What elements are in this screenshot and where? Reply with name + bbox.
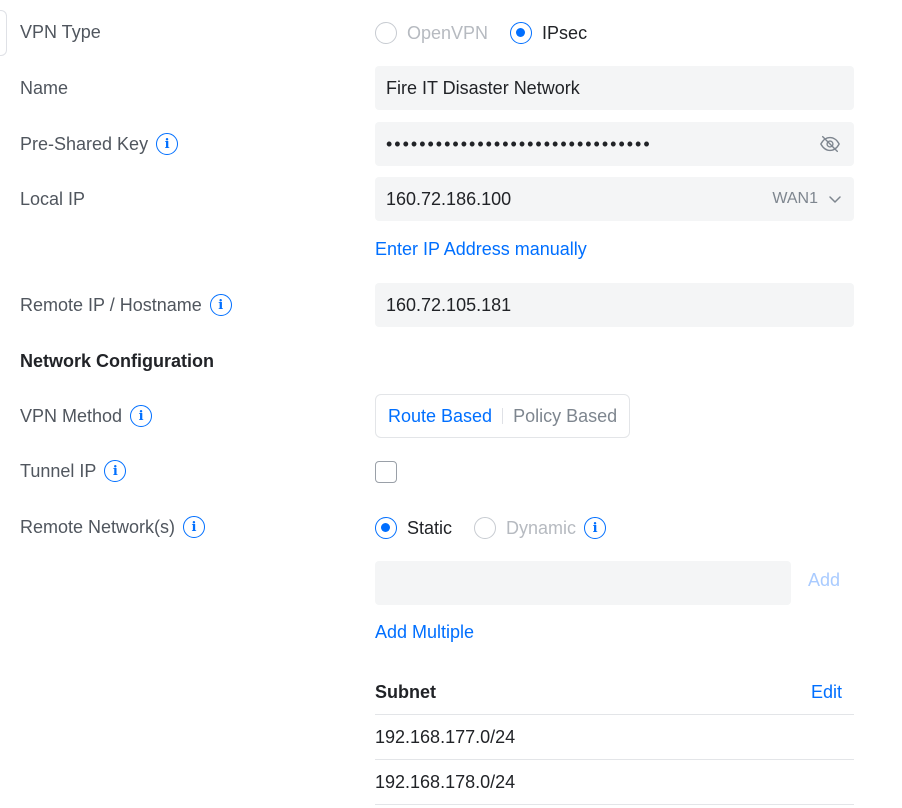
subnet-table-header: Subnet Edit [375,671,854,715]
radio-static-circle[interactable] [375,517,397,539]
info-icon[interactable]: i [130,405,153,427]
vpn-type-label-text: VPN Type [20,22,101,42]
subnet-cell: 192.168.177.0/24 [375,727,516,747]
vpn-type-radio-group: OpenVPN IPsec [375,21,609,45]
radio-ipsec[interactable]: IPsec [510,22,587,44]
pre-shared-key-label-text: Pre-Shared Key [20,134,149,154]
table-row: 192.168.178.0/24 [375,761,854,805]
subnet-cell: 192.168.178.0/24 [375,772,516,792]
chevron-down-icon[interactable] [828,192,842,206]
info-icon[interactable]: i [104,460,127,482]
local-ip-label: Local IP [20,187,85,211]
radio-ipsec-circle[interactable] [510,22,533,44]
interface-value: WAN1 [772,190,818,207]
radio-dynamic-circle[interactable] [474,517,497,539]
vpn-method-label-text: VPN Method [20,406,123,426]
eye-off-icon[interactable] [818,132,842,156]
interface-selector[interactable]: WAN1 [772,190,842,208]
radio-ipsec-label: IPsec [542,22,588,43]
tunnel-ip-checkbox[interactable] [375,461,397,483]
radio-static-label: Static [407,517,453,538]
vpn-method-toggle: Route Based Policy Based [375,394,631,438]
pre-shared-key-field[interactable]: •••••••••••••••••••••••••••••••• [375,122,854,166]
remote-networks-label: Remote Network(s) i [20,515,206,539]
name-label: Name [20,76,68,100]
remote-network-input[interactable] [386,572,779,594]
edit-button[interactable]: Edit [811,682,842,703]
tunnel-ip-label-text: Tunnel IP [20,461,97,481]
radio-dynamic[interactable]: Dynamic [474,517,576,539]
pre-shared-key-value[interactable]: •••••••••••••••••••••••••••••••• [386,134,818,155]
remote-ip-input[interactable] [386,294,842,316]
remote-networks-label-text: Remote Network(s) [20,517,176,537]
remote-network-input-field[interactable] [375,561,791,605]
route-based-option[interactable]: Route Based [388,406,492,427]
info-icon[interactable]: i [156,133,179,155]
tunnel-ip-label: Tunnel IP i [20,459,127,483]
policy-based-option[interactable]: Policy Based [513,406,617,427]
info-icon[interactable]: i [209,294,232,316]
vpn-method-label: VPN Method i [20,404,153,428]
vpn-type-label: VPN Type [20,20,101,44]
add-multiple-link[interactable]: Add Multiple [375,620,474,644]
side-panel-edge [0,10,7,56]
network-configuration-title: Network Configuration [20,351,214,371]
table-row: 192.168.177.0/24 [375,716,854,760]
radio-static[interactable]: Static [375,517,452,539]
name-label-text: Name [20,78,69,98]
pre-shared-key-label: Pre-Shared Key i [20,132,179,156]
remote-ip-label-text: Remote IP / Hostname [20,295,202,315]
radio-openvpn-circle[interactable] [375,22,397,44]
radio-openvpn[interactable]: OpenVPN [375,22,488,44]
segment-divider [502,408,504,424]
name-field[interactable] [375,66,854,110]
name-input[interactable] [386,77,842,99]
radio-openvpn-label: OpenVPN [407,22,489,43]
local-ip-select[interactable]: 160.72.186.100 WAN1 [375,177,854,221]
info-icon[interactable]: i [584,517,607,539]
enter-ip-manually-link[interactable]: Enter IP Address manually [375,237,587,261]
add-button[interactable]: Add [808,568,840,592]
local-ip-label-text: Local IP [20,189,86,209]
local-ip-value: 160.72.186.100 [386,188,512,209]
remote-ip-label: Remote IP / Hostname i [20,293,232,317]
info-icon[interactable]: i [183,516,206,538]
remote-ip-field[interactable] [375,283,854,327]
remote-networks-radio-group: Static Dynamic i [375,516,607,540]
subnet-column-header: Subnet [375,682,436,702]
radio-dynamic-label: Dynamic [506,517,577,538]
